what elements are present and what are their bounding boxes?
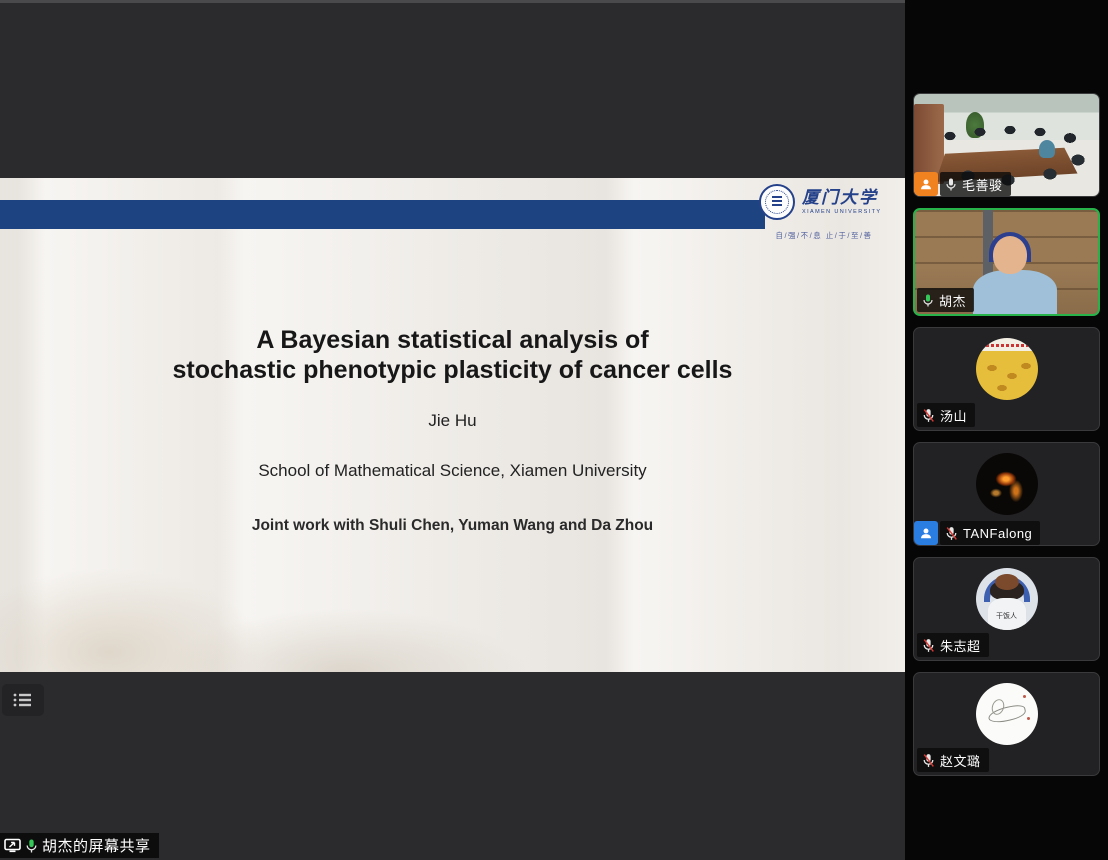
slide-joint-work: Joint work with Shuli Chen, Yuman Wang a…	[0, 517, 905, 535]
participant-name: 汤山	[940, 406, 967, 425]
participants-sidebar: 毛善骏	[905, 0, 1108, 860]
bulleted-list-icon	[12, 691, 34, 709]
slide-title-line2: stochastic phenotypic plasticity of canc…	[0, 356, 905, 386]
participant-name: TANFalong	[963, 526, 1032, 541]
mic-active-icon	[25, 838, 38, 854]
participant-tile-zhaowenlu[interactable]: 赵文璐	[913, 672, 1100, 776]
slide-title: A Bayesian statistical analysis of stoch…	[0, 326, 905, 385]
screen-share-label: 胡杰的屏幕共享	[42, 835, 151, 856]
mic-muted-icon	[945, 526, 958, 541]
avatar-cartoon-person: 干饭人	[976, 568, 1038, 630]
participant-name: 赵文璐	[940, 751, 981, 770]
xmu-name-en: XIAMEN UNIVERSITY	[802, 209, 881, 215]
avatar-pasta	[976, 338, 1038, 400]
participant-tile-tangshan[interactable]: 汤山	[913, 327, 1100, 431]
slide-affiliation: School of Mathematical Science, Xiamen U…	[0, 461, 905, 481]
mic-muted-icon	[922, 753, 935, 768]
participant-tile-zhuzhichao[interactable]: 干饭人 朱志超	[913, 557, 1100, 661]
avatar-fire-dragon	[976, 453, 1038, 515]
video-scene-face	[993, 236, 1027, 274]
participant-tile-hujie[interactable]: 胡杰	[913, 208, 1100, 316]
mic-muted-icon	[922, 638, 935, 653]
video-scene-person	[1039, 140, 1055, 158]
mic-speaking-icon	[922, 293, 934, 308]
xmu-name-zh: 厦门大学	[802, 189, 881, 206]
screen-share-status[interactable]: 胡杰的屏幕共享	[0, 833, 159, 858]
mic-muted-icon	[922, 408, 935, 423]
avatar-art	[1027, 717, 1030, 720]
participant-tile-tanfalong[interactable]: TANFalong	[913, 442, 1100, 546]
mic-on-icon	[945, 177, 957, 192]
member-badge-icon	[914, 172, 938, 196]
avatar-art	[995, 574, 1019, 590]
avatar-ink-sketch	[976, 683, 1038, 745]
xmu-logo: 厦门大学 XIAMEN UNIVERSITY 自/强/不/息 止/于/至/善	[759, 184, 889, 241]
slide-top-accent-bar	[0, 200, 765, 229]
slide-author: Jie Hu	[0, 411, 905, 431]
avatar-art	[1023, 695, 1026, 698]
meeting-window: 厦门大学 XIAMEN UNIVERSITY 自/强/不/息 止/于/至/善 A…	[0, 0, 1108, 860]
screen-share-area: 厦门大学 XIAMEN UNIVERSITY 自/强/不/息 止/于/至/善 A…	[0, 0, 905, 860]
presentation-slide: 厦门大学 XIAMEN UNIVERSITY 自/强/不/息 止/于/至/善 A…	[0, 178, 905, 672]
participant-name: 朱志超	[940, 636, 981, 655]
list-menu-button[interactable]	[2, 684, 44, 716]
xmu-seal-icon	[759, 184, 795, 220]
participant-tile-maoshanjun[interactable]: 毛善骏	[913, 93, 1100, 197]
member-badge-icon	[914, 521, 938, 545]
slide-title-line1: A Bayesian statistical analysis of	[0, 326, 905, 356]
xmu-motto: 自/强/不/息 止/于/至/善	[759, 230, 889, 241]
video-scene-torso	[973, 270, 1057, 316]
window-top-edge	[0, 0, 905, 3]
avatar-shirt-text: 干饭人	[988, 598, 1026, 630]
participant-name: 毛善骏	[962, 175, 1003, 194]
participant-name: 胡杰	[939, 291, 966, 310]
screen-share-icon	[4, 838, 21, 853]
